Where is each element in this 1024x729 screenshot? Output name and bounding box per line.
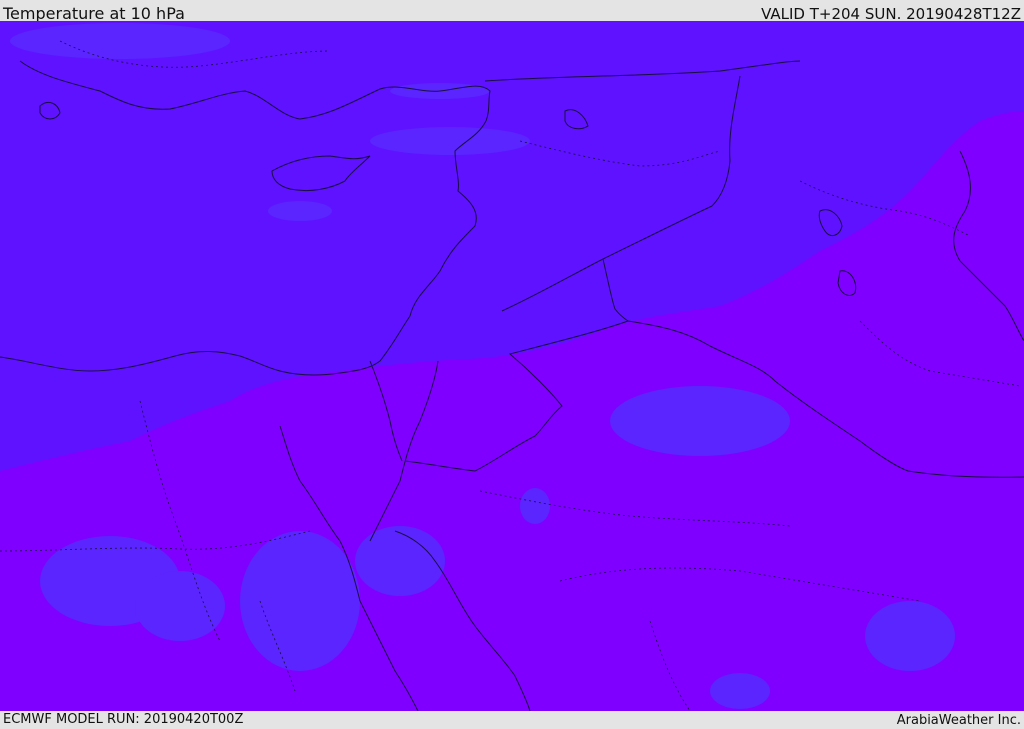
patch-red-sea-west xyxy=(240,531,360,671)
patch-gulf xyxy=(865,601,955,671)
credit-label: ArabiaWeather Inc. xyxy=(896,713,1021,728)
patch-aegean xyxy=(10,23,230,59)
patch-cyprus-south xyxy=(268,201,332,221)
patch-hejaz xyxy=(355,526,445,596)
footer-bar: ECMWF MODEL RUN: 20190420T00Z ArabiaWeat… xyxy=(0,711,1024,729)
patch-levant-north xyxy=(370,127,530,155)
header-bar: Temperature at 10 hPa VALID T+204 SUN. 2… xyxy=(0,0,1024,23)
map-canvas xyxy=(0,21,1024,711)
weather-map[interactable] xyxy=(0,21,1024,711)
patch-nafud xyxy=(520,488,550,524)
patch-egypt-central xyxy=(135,571,225,641)
model-run-label: ECMWF MODEL RUN: 20190420T00Z xyxy=(3,712,244,727)
patch-south xyxy=(710,673,770,709)
patch-iraq xyxy=(610,386,790,456)
